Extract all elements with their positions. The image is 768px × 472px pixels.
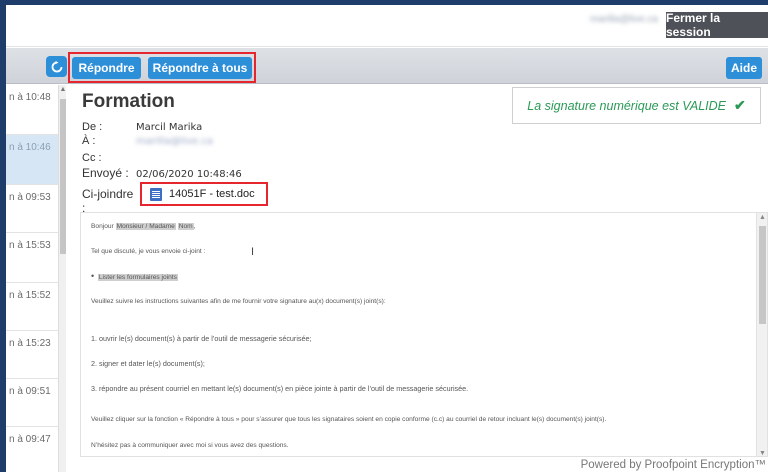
body-scroll-thumb[interactable] [759,226,766,324]
list-item-time: n à 09:53 [9,192,51,203]
bullet-text: Lister les formulaires joints [97,274,178,281]
list-scrollbar[interactable]: ▲ [58,85,66,472]
signature-status: La signature numérique est VALIDE ✔ [512,87,761,124]
attach-row: Ci-joindre : [82,187,136,215]
attachment-link[interactable]: 14051F - test.doc [140,182,268,206]
list-item[interactable]: n à 09:47 [6,427,58,472]
sent-label: Envoyé : [82,166,129,180]
cc-label: Cc : [82,152,102,164]
list-scroll-thumb[interactable] [60,99,66,254]
attachment-name: 14051F - test.doc [169,188,255,200]
intro-line: Tel que discuté, je vous envoie ci-joint… [91,248,206,255]
scroll-down-arrow-icon[interactable]: ▼ [757,450,767,456]
checkmark-icon: ✔ [734,97,746,113]
greeting-line: Bonjour Monsieur / Madame Nom, [91,223,195,230]
body-scrollbar[interactable]: ▲ ▼ [756,213,767,456]
bullet-dot-icon: • [91,271,95,281]
powered-by: Powered by Proofpoint Encryption™ [580,459,766,471]
reply-all-button[interactable]: Répondre à tous [148,57,252,79]
list-item[interactable]: n à 09:51 [6,379,58,427]
instructions-line: Veuillez suivre les instructions suivant… [91,298,386,305]
list-item-time: n à 15:23 [9,338,51,349]
list-item-time: n à 15:52 [9,290,51,301]
from-row: De : Marcil Marika [82,121,202,133]
signature-text: La signature numérique est VALIDE [527,98,726,113]
scroll-up-arrow-icon[interactable]: ▲ [59,85,67,95]
message-subject: Formation [82,91,175,112]
list-item[interactable]: n à 10:48 [6,85,58,135]
cc-row: Cc : [82,152,136,164]
list-item-selected[interactable]: n à 10:46 [6,135,58,185]
refresh-button[interactable] [46,56,67,77]
list-item-time: n à 10:46 [9,142,51,153]
message-list: n à 10:48 n à 10:46 n à 09:53 n à 15:53 … [6,85,66,472]
list-item-time: n à 10:48 [9,92,51,103]
top-bar: marilla@live.ca Fermer la session [6,5,768,47]
to-label: À : [82,135,96,147]
user-email: marilla@live.ca [590,14,658,25]
message-body: Bonjour Monsieur / Madame Nom, Tel que d… [80,212,768,457]
text-cursor-icon: I [251,246,255,258]
to-value: marilla@live.ca [136,136,213,147]
bullet-line: • Lister les formulaires joints [91,271,178,281]
list-item[interactable]: n à 15:52 [6,283,58,331]
from-label: De : [82,121,103,133]
list-item[interactable]: n à 09:53 [6,185,58,233]
step-3: 3. répondre au présent courriel en metta… [91,384,469,393]
sent-row: Envoyé : 02/06/2020 10:48:46 [82,166,242,180]
reply-button[interactable]: Répondre [72,57,141,79]
greeting-prefix: Bonjour [91,223,114,230]
step-1: 1. ouvrir le(s) document(s) à partir de … [91,334,312,343]
sent-value: 02/06/2020 10:48:46 [136,169,242,180]
greeting-suffix: , [193,223,196,230]
list-item[interactable]: n à 15:23 [6,331,58,379]
list-item[interactable]: n à 15:53 [6,233,58,283]
list-item-time: n à 09:47 [9,434,51,445]
to-row: À : marilla@live.ca [82,135,213,147]
refresh-icon [51,60,62,72]
list-item-time: n à 09:51 [9,386,51,397]
help-button[interactable]: Aide [726,57,762,79]
toolbar: Répondre Répondre à tous Aide [6,48,768,84]
reply-note: Veuillez cliquer sur la fonction « Répon… [91,416,607,423]
scroll-up-arrow-icon[interactable]: ▲ [757,214,767,221]
step-2: 2. signer et dater le(s) document(s); [91,359,205,368]
greeting-name: Nom [177,223,194,230]
list-item-time: n à 15:53 [9,240,51,251]
attach-label: Ci-joindre : [82,187,134,215]
app-window: marilla@live.ca Fermer la session Répond… [6,5,768,472]
closing-line: N’hésitez pas à communiquer avec moi si … [91,442,289,449]
greeting-placeholder: Monsieur / Madame [115,223,176,230]
logout-button[interactable]: Fermer la session [666,11,768,39]
word-document-icon [150,187,162,201]
from-value: Marcil Marika [136,122,203,133]
